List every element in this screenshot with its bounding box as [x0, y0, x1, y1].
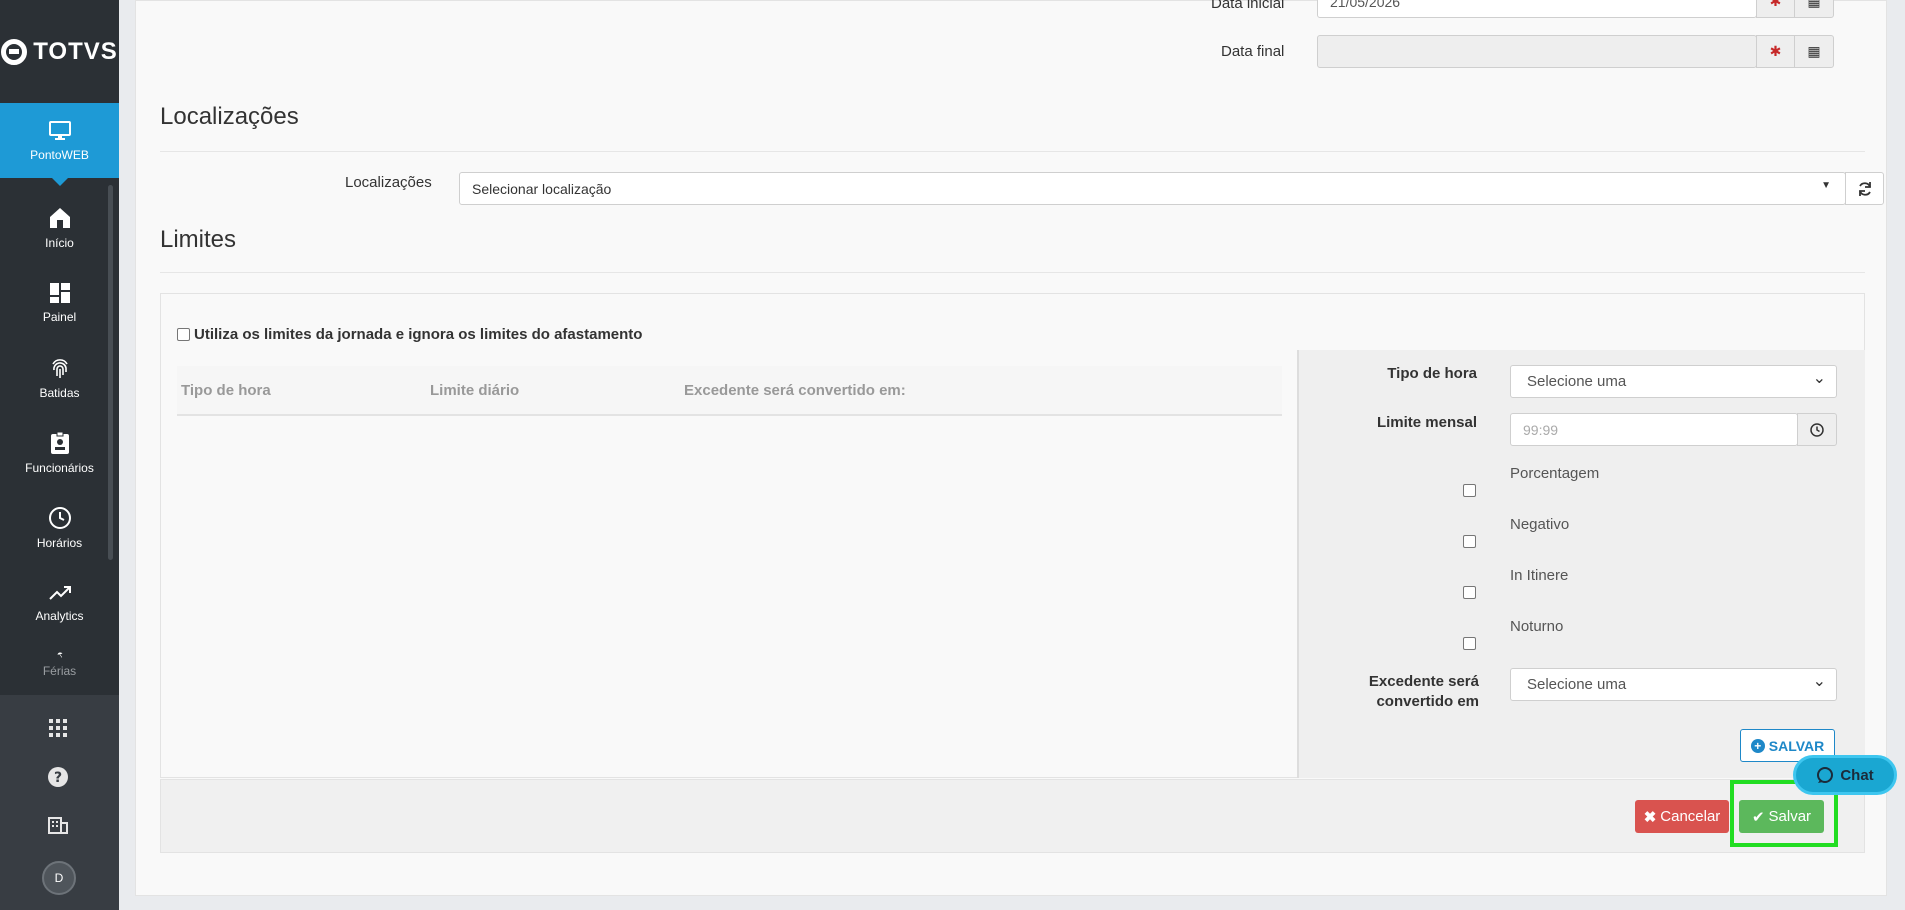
sidebar-item-label: Férias: [42, 664, 77, 678]
sidebar-item-label: Analytics: [35, 608, 84, 623]
check-icon: ✔: [1751, 808, 1765, 826]
limit-form: Tipo de hora Selecione uma Limite mensal…: [1297, 350, 1865, 778]
sidebar-item-label: Horários: [36, 535, 83, 550]
noturno-label: Noturno: [1510, 618, 1564, 635]
percentage-checkbox[interactable]: [1463, 484, 1476, 497]
close-icon: ✖: [1643, 808, 1657, 826]
umbrella-icon: [57, 652, 62, 658]
cancel-button[interactable]: ✖ Cancelar: [1635, 800, 1729, 833]
sidebar-item-horarios[interactable]: Horários: [0, 490, 119, 565]
required-icon: ✱: [1756, 35, 1795, 68]
save-button[interactable]: ✔ Salvar: [1739, 800, 1824, 833]
localizacoes-select[interactable]: Selecionar localização ▼: [459, 172, 1846, 205]
localizacoes-select-value: Selecionar localização: [472, 180, 612, 197]
sidebar-item-label: Batidas: [39, 385, 80, 400]
totvs-logo-icon: [1, 38, 28, 65]
building-icon[interactable]: [45, 814, 71, 840]
apps-grid-icon[interactable]: [45, 718, 71, 744]
sidebar-item-pontoweb[interactable]: PontoWEB: [0, 103, 119, 186]
table-header: Limite diário: [430, 382, 520, 399]
svg-text:?: ?: [54, 770, 62, 786]
end-date-label: Data final: [1221, 43, 1285, 60]
table-header: Excedente será convertido em:: [684, 382, 906, 399]
help-icon[interactable]: ?: [45, 766, 71, 792]
cancel-label: Cancelar: [1660, 808, 1721, 825]
end-date-field[interactable]: [1317, 35, 1757, 68]
table-header: Tipo de hora: [181, 382, 271, 399]
use-journey-limits[interactable]: Utiliza os limites da jornada e ignora o…: [177, 326, 642, 343]
sidebar-item-painel[interactable]: Painel: [0, 265, 119, 340]
add-limit-label: SALVAR: [1768, 737, 1825, 754]
monthly-limit-input[interactable]: 99:99: [1510, 413, 1798, 446]
sidebar-item-label: Painel: [42, 309, 77, 324]
sidebar-item-label: Funcionários: [25, 460, 94, 475]
divider: [160, 272, 1865, 273]
section-title-localizacoes: Localizações: [160, 103, 299, 130]
limits-table-header: Tipo de hora Limite diário Excedente ser…: [177, 366, 1282, 416]
negative-checkbox[interactable]: [1463, 535, 1476, 548]
sidebar-item-inicio[interactable]: Início: [0, 190, 119, 265]
clock-icon: [48, 506, 71, 529]
section-title-limites: Limites: [160, 226, 237, 253]
in-itinere-checkbox[interactable]: [1463, 586, 1476, 599]
chat-icon: [1817, 767, 1834, 783]
form-footer: ✖ Cancelar ✔ Salvar: [160, 779, 1865, 853]
trend-icon: [48, 585, 71, 600]
percentage-label: Porcentagem: [1510, 465, 1600, 482]
plus-circle-icon: +: [1750, 738, 1765, 753]
hour-type-select[interactable]: Selecione uma: [1510, 365, 1837, 398]
noturno-checkbox[interactable]: [1463, 637, 1476, 650]
start-date-label: Data inicial: [1211, 0, 1285, 12]
monitor-icon: [48, 120, 71, 140]
sidebar-item-batidas[interactable]: Batidas: [0, 340, 119, 415]
dashboard-icon: [49, 282, 70, 303]
save-label: Salvar: [1768, 808, 1812, 825]
required-icon: ✱: [1756, 0, 1795, 18]
clock-icon[interactable]: [1797, 413, 1837, 446]
chat-button[interactable]: Chat: [1793, 755, 1897, 795]
limits-panel: Utiliza os limites da jornada e ignora o…: [160, 293, 1865, 778]
monthly-limit-label: Limite mensal: [1376, 414, 1477, 431]
sidebar-item-ferias[interactable]: Férias: [0, 640, 119, 678]
exceed-select[interactable]: Selecione uma: [1510, 668, 1837, 701]
main-card: Data inicial 21/05/2026 ✱ ▦ Data final ✱…: [135, 0, 1887, 896]
calendar-icon[interactable]: ▦: [1794, 35, 1834, 68]
home-icon: [49, 207, 70, 228]
use-journey-limits-checkbox[interactable]: [177, 328, 190, 341]
fingerprint-icon: [51, 358, 68, 378]
start-date-field[interactable]: 21/05/2026: [1317, 0, 1757, 18]
sidebar: TOTVS PontoWEB Início Painel Batidas Fun…: [0, 0, 119, 910]
caret-down-icon: ▼: [1821, 180, 1831, 191]
sidebar-item-label: PontoWEB: [30, 147, 89, 162]
in-itinere-label: In Itinere: [1510, 567, 1569, 584]
totvs-logo[interactable]: TOTVS: [0, 0, 119, 103]
exceed-label: Excedente será convertido em: [1368, 673, 1479, 710]
negative-label: Negativo: [1510, 516, 1570, 533]
sidebar-item-label: Início: [45, 235, 74, 250]
sidebar-item-analytics[interactable]: Analytics: [0, 565, 119, 640]
sidebar-item-funcionarios[interactable]: Funcionários: [0, 415, 119, 490]
divider: [160, 151, 1865, 152]
use-journey-limits-label: Utiliza os limites da jornada e ignora o…: [194, 326, 643, 343]
localizacoes-label: Localizações: [345, 174, 432, 191]
refresh-icon[interactable]: [1845, 172, 1884, 205]
avatar[interactable]: D: [42, 861, 76, 895]
badge-icon: [50, 431, 69, 454]
calendar-icon[interactable]: ▦: [1794, 0, 1834, 18]
chat-label: Chat: [1840, 766, 1874, 784]
hour-type-label: Tipo de hora: [1387, 365, 1477, 382]
